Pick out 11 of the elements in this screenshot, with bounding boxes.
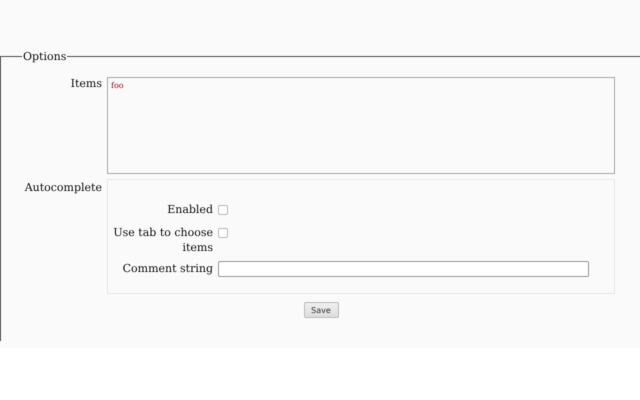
checkbox[interactable] bbox=[218, 205, 228, 215]
items-textarea[interactable]: foo bbox=[107, 77, 615, 174]
save-button[interactable]: Save bbox=[304, 302, 338, 318]
field-label: Comment string bbox=[122, 261, 214, 276]
field-label: Items bbox=[70, 77, 103, 91]
fieldset-legend: Options bbox=[22, 50, 68, 62]
field-label: Use tab to choose items bbox=[112, 225, 214, 255]
input-field[interactable] bbox=[218, 261, 589, 277]
checkbox[interactable] bbox=[218, 228, 228, 238]
field-label: Enabled bbox=[166, 202, 214, 217]
field-label: Autocomplete bbox=[24, 180, 103, 195]
